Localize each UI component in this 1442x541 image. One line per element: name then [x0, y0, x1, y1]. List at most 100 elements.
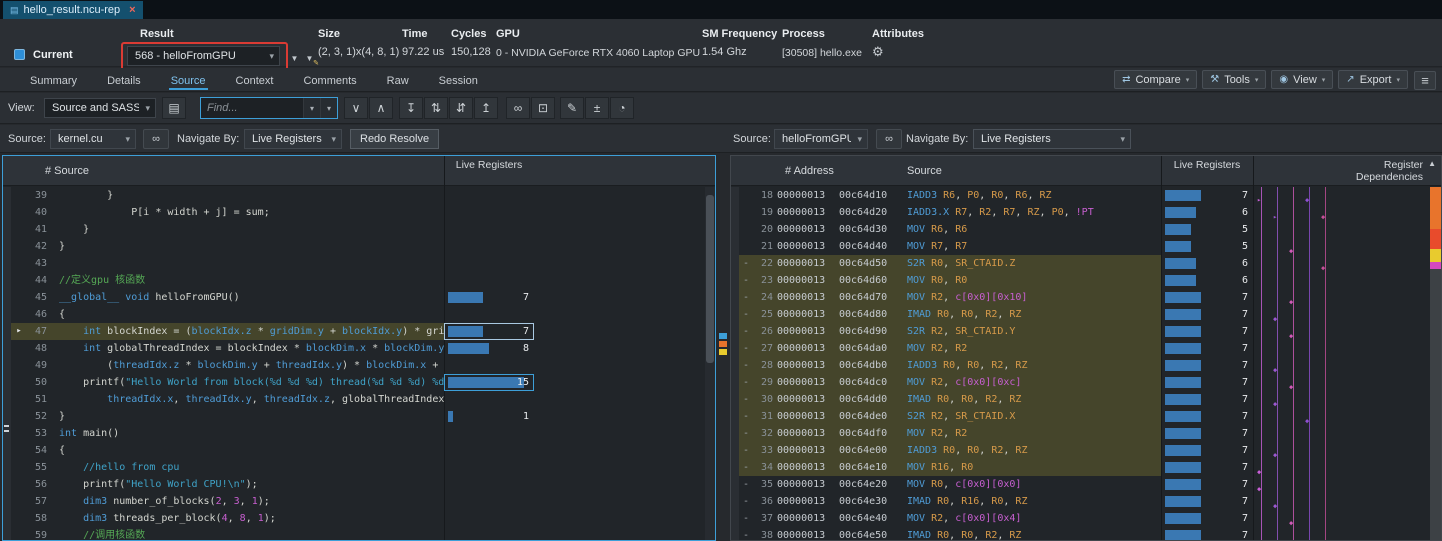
source-column-header[interactable]: Source: [907, 165, 942, 177]
source-line-59[interactable]: 59 //调用核函数: [11, 527, 705, 540]
goto-next-hotspot-button[interactable]: ↧: [399, 97, 423, 119]
source-line-57[interactable]: 57 dim3 number_of_blocks(2, 3, 1);: [11, 493, 705, 510]
next-match-button[interactable]: ∨: [344, 97, 368, 119]
source-line-58[interactable]: 58 dim3 threads_per_block(4, 8, 1);: [11, 510, 705, 527]
compare-button[interactable]: ⇄Compare▾: [1114, 70, 1197, 89]
sass-line-33[interactable]: -330000001300c64e00IADD3 R0, R0, R2, RZ7…: [739, 442, 1430, 459]
tab-summary[interactable]: Summary: [28, 70, 79, 90]
source-line-42[interactable]: 42}: [11, 238, 705, 255]
source-column-header[interactable]: # Source: [45, 165, 89, 177]
previous-match-button[interactable]: ∧: [369, 97, 393, 119]
open-source-file-button[interactable]: ▤: [162, 97, 186, 119]
sass-line-18[interactable]: 180000001300c64d10IADD3 R6, P0, R0, R6, …: [739, 187, 1430, 204]
sass-line-28[interactable]: -280000001300c64db0IADD3 R0, R0, R2, RZ7…: [739, 357, 1430, 374]
tab-raw[interactable]: Raw: [385, 70, 411, 90]
tab-source[interactable]: Source: [169, 70, 208, 90]
gear-icon[interactable]: ⚙: [872, 44, 924, 60]
sass-line-35[interactable]: -350000001300c64e20MOV R0, c[0x0][0x0]7◆: [739, 476, 1430, 493]
register-dependencies-column-header[interactable]: Register Dependencies: [1333, 159, 1423, 183]
source-code-text: }: [53, 221, 444, 238]
tab-comments[interactable]: Comments: [301, 70, 358, 90]
redo-resolve-button[interactable]: Redo Resolve: [350, 129, 439, 149]
tools-button[interactable]: ⚒Tools▾: [1202, 70, 1266, 89]
right-link-button[interactable]: ∞: [876, 129, 902, 149]
source-line-52[interactable]: 52}1: [11, 408, 705, 425]
menu-button[interactable]: ≡: [1414, 71, 1436, 90]
right-navigate-selector[interactable]: Live Registers ▾: [973, 129, 1131, 149]
sass-line-26[interactable]: -260000001300c64d90S2R R2, SR_CTAID.Y7◆: [739, 323, 1430, 340]
sass-line-32[interactable]: -320000001300c64df0MOV R2, R27: [739, 425, 1430, 442]
occupancy-chart-button[interactable]: ◔: [610, 97, 634, 119]
correlate-backward-button[interactable]: ⇵: [449, 97, 473, 119]
sass-line-24[interactable]: -240000001300c64d70MOV R2, c[0x0][0x10]7…: [739, 289, 1430, 306]
result-selector[interactable]: 568 - helloFromGPU ▾: [127, 46, 280, 66]
source-line-54[interactable]: 54{: [11, 442, 705, 459]
right-source-selector[interactable]: helloFromGPU ▾: [774, 129, 868, 149]
collapse-columns-button[interactable]: ⊡: [531, 97, 555, 119]
scrollbar-thumb[interactable]: [706, 195, 714, 363]
address-column-header[interactable]: # Address: [785, 165, 834, 177]
export-button[interactable]: ↗Export▾: [1338, 70, 1408, 89]
source-line-53[interactable]: 53int main(): [11, 425, 705, 442]
sass-line-25[interactable]: -250000001300c64d80IMAD R0, R0, R2, RZ7◆: [739, 306, 1430, 323]
source-line-51[interactable]: 51 threadIdx.x, threadIdx.y, threadIdx.z…: [11, 391, 705, 408]
pie-chart-icon: ◔: [618, 101, 625, 115]
document-tab[interactable]: ▤ hello_result.ncu-rep ×: [3, 1, 143, 19]
sass-line-31[interactable]: -310000001300c64de0S2R R2, SR_CTAID.X7◆: [739, 408, 1430, 425]
sass-line-21[interactable]: 210000001300c64d40MOV R7, R75◆: [739, 238, 1430, 255]
tab-context[interactable]: Context: [234, 70, 276, 90]
source-line-44[interactable]: 44//定义gpu 核函数: [11, 272, 705, 289]
current-checkbox[interactable]: [14, 49, 25, 60]
compare-button-label: Compare: [1135, 74, 1180, 86]
sass-line-38[interactable]: -380000001300c64e50IMAD R0, R0, R2, RZ7: [739, 527, 1430, 540]
goto-previous-hotspot-button[interactable]: ↥: [474, 97, 498, 119]
live-registers-cell: 7: [1161, 323, 1253, 340]
sass-line-29[interactable]: -290000001300c64dc0MOV R2, c[0x0][0xc]7◆: [739, 374, 1430, 391]
view-button[interactable]: ◉View▾: [1271, 70, 1333, 89]
live-registers-column-header[interactable]: Live Registers: [445, 159, 533, 171]
sass-line-23[interactable]: -230000001300c64d60MOV R0, R06: [739, 272, 1430, 289]
filter-edit-icon[interactable]: ▼✎: [303, 51, 316, 65]
source-line-55[interactable]: 55 //hello from cpu: [11, 459, 705, 476]
source-line-47[interactable]: ▸47 int blockIndex = (blockIdx.z * gridD…: [11, 323, 705, 340]
left-source-selector[interactable]: kernel.cu ▾: [50, 129, 136, 149]
source-line-39[interactable]: 39 }: [11, 187, 705, 204]
source-line-56[interactable]: 56 printf("Hello World CPU!\n");: [11, 476, 705, 493]
sass-line-20[interactable]: 200000001300c64d30MOV R6, R65: [739, 221, 1430, 238]
sass-line-19[interactable]: 190000001300c64d20IADD3.X R7, R2, R7, RZ…: [739, 204, 1430, 221]
sort-ascending-icon[interactable]: ▲: [1428, 159, 1436, 168]
left-link-button[interactable]: ∞: [143, 129, 169, 149]
toggle-correlation-button[interactable]: ∞: [506, 97, 530, 119]
pane-splitter[interactable]: [716, 155, 730, 541]
correlate-forward-button[interactable]: ⇅: [424, 97, 448, 119]
source-line-48[interactable]: 48 int globalThreadIndex = blockIndex * …: [11, 340, 705, 357]
source-line-41[interactable]: 41 }: [11, 221, 705, 238]
find-options-button[interactable]: ▾: [320, 98, 337, 118]
sass-line-37[interactable]: -370000001300c64e40MOV R2, c[0x0][0x4]7◆: [739, 510, 1430, 527]
source-line-45[interactable]: 45__global__ void helloFromGPU()7: [11, 289, 705, 306]
resolve-button[interactable]: ✎: [560, 97, 584, 119]
left-scrollbar[interactable]: [705, 187, 715, 540]
left-navigate-selector[interactable]: Live Registers ▾: [244, 129, 342, 149]
find-input[interactable]: [201, 98, 303, 118]
minimap[interactable]: [1430, 187, 1441, 540]
source-line-43[interactable]: 43: [11, 255, 705, 272]
live-register-value: 6: [1242, 255, 1248, 272]
source-line-40[interactable]: 40 P[i * width + j] = sum;: [11, 204, 705, 221]
tab-session[interactable]: Session: [437, 70, 480, 90]
live-registers-column-header[interactable]: Live Registers: [1162, 159, 1252, 171]
expand-metrics-button[interactable]: ±: [585, 97, 609, 119]
view-mode-selector[interactable]: Source and SASS ▾: [44, 98, 156, 118]
source-line-49[interactable]: 49 (threadIdx.z * blockDim.y + threadIdx…: [11, 357, 705, 374]
sass-line-34[interactable]: -340000001300c64e10MOV R16, R07◆: [739, 459, 1430, 476]
sass-line-36[interactable]: -360000001300c64e30IMAD R0, R16, R0, RZ7…: [739, 493, 1430, 510]
source-line-50[interactable]: 50 printf("Hello World from block(%d %d …: [11, 374, 705, 391]
source-line-46[interactable]: 46{: [11, 306, 705, 323]
close-tab-icon[interactable]: ×: [129, 4, 135, 16]
find-history-button[interactable]: ▾: [303, 98, 320, 118]
filter-icon[interactable]: ▼: [288, 51, 301, 65]
sass-line-30[interactable]: -300000001300c64dd0IMAD R0, R0, R2, RZ7◆: [739, 391, 1430, 408]
sass-line-27[interactable]: -270000001300c64da0MOV R2, R27: [739, 340, 1430, 357]
sass-line-22[interactable]: -220000001300c64d50S2R R0, SR_CTAID.Z6◆: [739, 255, 1430, 272]
tab-details[interactable]: Details: [105, 70, 143, 90]
